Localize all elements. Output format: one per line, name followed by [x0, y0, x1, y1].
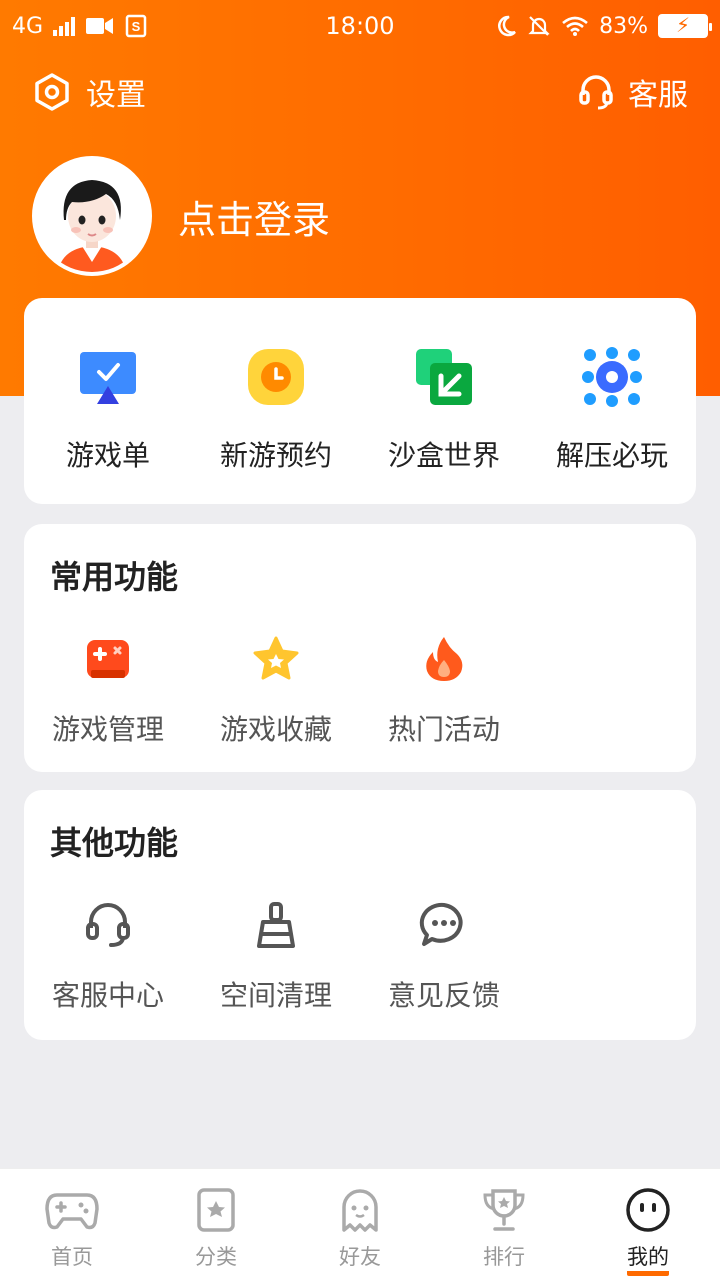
- customer-service-center-button[interactable]: 客服中心: [24, 900, 192, 1014]
- battery-percent: 83%: [599, 13, 648, 39]
- network-type: 4G: [12, 13, 44, 39]
- moon-icon: [498, 15, 517, 37]
- tab-friends[interactable]: 好友: [288, 1169, 432, 1280]
- settings-button[interactable]: 设置: [32, 70, 146, 114]
- game-favorites-button[interactable]: 游戏收藏: [192, 634, 360, 748]
- quick-entries-card: 游戏单 新游预约 沙盒世界 解压必玩: [24, 298, 696, 504]
- function-label: 游戏收藏: [219, 713, 332, 746]
- customer-service-button[interactable]: 客服: [578, 70, 688, 114]
- tab-ranking[interactable]: 排行: [432, 1169, 576, 1280]
- login-link[interactable]: 点击登录: [178, 189, 330, 244]
- status-bar: 4G S 18:00 83% ⚡: [0, 0, 720, 52]
- chat-bubble-icon: [419, 902, 463, 946]
- quick-entry-label: 游戏单: [65, 439, 150, 472]
- mute-bell-icon: [528, 16, 550, 36]
- tab-label: 我的: [627, 1241, 669, 1276]
- tab-mine[interactable]: 我的: [576, 1169, 720, 1280]
- function-label: 客服中心: [51, 979, 164, 1012]
- quick-entry-label: 沙盒世界: [387, 439, 500, 472]
- avatar[interactable]: [32, 156, 152, 276]
- common-functions-card: 常用功能 游戏管理 游戏收藏 热门活动: [24, 524, 696, 772]
- game-list-icon: [80, 352, 136, 404]
- tab-home[interactable]: 首页: [0, 1169, 144, 1280]
- gamepad-icon: [45, 1193, 99, 1230]
- smiley-face-icon: [626, 1188, 670, 1232]
- game-management-button[interactable]: 游戏管理: [24, 634, 192, 748]
- tab-label: 排行: [483, 1245, 525, 1269]
- section-title: 其他功能: [50, 824, 179, 862]
- bottom-tab-bar: 首页 分类 好友 排行 我的: [0, 1168, 720, 1280]
- gear-dots-icon: [582, 347, 642, 407]
- quick-entry-stress-relief[interactable]: 解压必玩: [528, 346, 696, 504]
- quick-entry-new-game-reserve[interactable]: 新游预约: [192, 346, 360, 504]
- trophy-icon: [483, 1189, 525, 1231]
- profile-section[interactable]: 点击登录: [32, 156, 330, 276]
- sandbox-icon: [416, 349, 472, 405]
- gamepad-icon: [87, 640, 129, 678]
- broom-icon: [257, 902, 295, 948]
- quick-entry-label: 新游预约: [219, 439, 332, 472]
- settings-label: 设置: [86, 78, 146, 113]
- star-icon: [253, 636, 299, 680]
- category-icon: [197, 1188, 235, 1232]
- function-label: 意见反馈: [387, 979, 500, 1012]
- function-label: 空间清理: [219, 979, 332, 1012]
- tab-label: 分类: [195, 1245, 237, 1269]
- top-nav: 设置 客服: [0, 66, 720, 118]
- sim-icon: S: [125, 14, 147, 38]
- flame-icon: [426, 637, 463, 681]
- section-title: 常用功能: [50, 558, 179, 596]
- quick-entry-sandbox-world[interactable]: 沙盒世界: [360, 346, 528, 504]
- svg-text:S: S: [132, 19, 141, 34]
- tab-category[interactable]: 分类: [144, 1169, 288, 1280]
- settings-icon: [35, 73, 69, 111]
- clock: 18:00: [325, 12, 395, 40]
- wifi-icon: [562, 16, 588, 36]
- function-label: 游戏管理: [51, 713, 164, 746]
- tab-label: 好友: [339, 1245, 381, 1269]
- tab-label: 首页: [51, 1245, 93, 1269]
- quick-entry-game-list[interactable]: 游戏单: [24, 346, 192, 504]
- hot-events-button[interactable]: 热门活动: [360, 634, 528, 748]
- other-functions-card: 其他功能 客服中心 空间清理 意见反馈: [24, 790, 696, 1040]
- headset-icon: [86, 903, 130, 947]
- battery-icon: ⚡: [658, 13, 712, 38]
- service-label: 客服: [628, 78, 688, 113]
- space-cleanup-button[interactable]: 空间清理: [192, 900, 360, 1014]
- quick-entry-label: 解压必玩: [555, 439, 668, 472]
- video-icon: [86, 18, 114, 34]
- ghost-icon: [342, 1189, 378, 1232]
- headset-icon: [579, 75, 613, 110]
- feedback-button[interactable]: 意见反馈: [360, 900, 528, 1014]
- signal-icon: [53, 16, 76, 36]
- function-label: 热门活动: [387, 713, 500, 746]
- clock-icon: [248, 349, 304, 405]
